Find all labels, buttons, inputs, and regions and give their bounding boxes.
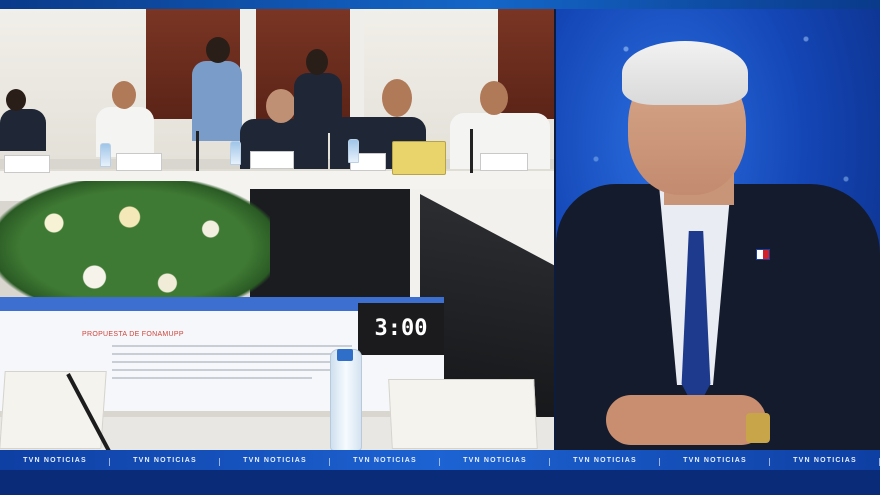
watch-icon (746, 413, 770, 443)
news-ticker: TVN NOTICIAS TVN NOTICIAS TVN NOTICIAS T… (0, 450, 880, 470)
document-text-line (112, 345, 352, 347)
ticker-item: TVN NOTICIAS (550, 457, 660, 466)
nameplate (250, 151, 294, 169)
ticker-item: TVN NOTICIAS (0, 457, 110, 466)
top-brand-band (0, 0, 880, 9)
hearing-room-video: PROPUESTA DE FONAMUPP 3:00 (0, 9, 554, 450)
foreground-nameplate (0, 371, 107, 449)
ticker-item: TVN NOTICIAS (660, 457, 770, 466)
foreground-nameplate (388, 379, 538, 449)
document-heading: PROPUESTA DE FONAMUPP (82, 331, 184, 338)
ticker-item: TVN NOTICIAS (440, 457, 550, 466)
ticker-item: TVN NOTICIAS (330, 457, 440, 466)
table-shadow (250, 189, 410, 299)
flag-pin-icon (756, 249, 770, 260)
studio-guest-video (556, 9, 880, 450)
document-text-line (112, 377, 312, 379)
water-bottle (348, 139, 359, 163)
water-bottle (330, 349, 362, 450)
bottom-brand-band (0, 470, 880, 495)
nameplate (480, 153, 528, 171)
document-text-line (112, 361, 348, 363)
document-text-line (112, 353, 342, 355)
document-text-line (112, 369, 332, 371)
ticker-item: TVN NOTICIAS (220, 457, 330, 466)
water-bottle (100, 143, 111, 167)
laptop (392, 141, 446, 175)
flower-arrangement (0, 181, 270, 301)
ticker-item: TVN NOTICIAS (110, 457, 220, 466)
countdown-timer: 3:00 (358, 303, 444, 355)
guest-hands (606, 395, 766, 445)
nameplate (4, 155, 50, 173)
microphone (470, 129, 473, 173)
nameplate (116, 153, 162, 171)
microphone (196, 131, 199, 171)
water-bottle (230, 141, 241, 165)
bottle-cap (337, 349, 353, 361)
guest-hair (622, 41, 748, 105)
ticker-item: TVN NOTICIAS (770, 457, 880, 466)
